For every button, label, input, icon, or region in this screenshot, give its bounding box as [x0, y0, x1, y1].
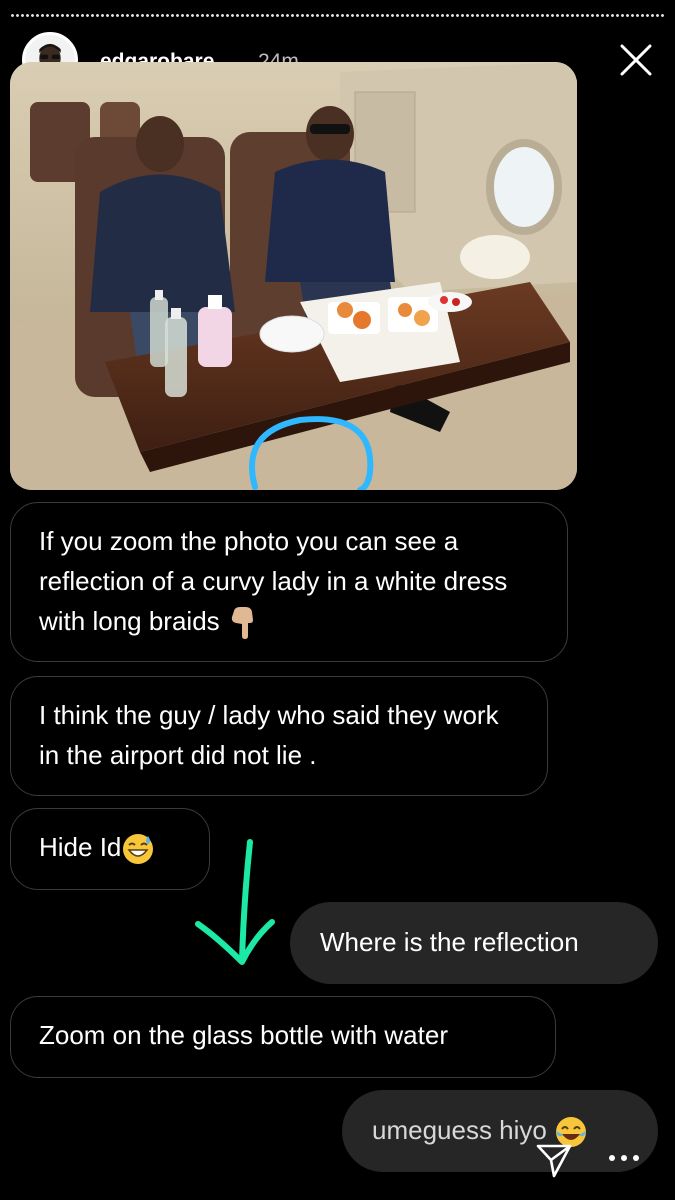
close-icon[interactable]	[616, 40, 656, 80]
story-photo	[10, 62, 577, 490]
send-icon[interactable]	[534, 1140, 574, 1180]
more-options-icon[interactable]	[604, 1146, 644, 1170]
message-text: Hide Id	[39, 832, 122, 862]
pointing-down-hand-icon	[227, 606, 261, 640]
message-bubble-sent[interactable]: Where is the reflection	[290, 902, 658, 984]
annotation-arrow-icon	[195, 839, 275, 965]
message-text: I think the guy / lady who said they wor…	[39, 700, 499, 770]
message-text: umeguess hiyo	[372, 1115, 547, 1145]
message-bubble-received[interactable]: Hide Id	[10, 808, 210, 890]
message-bubble-received[interactable]: Zoom on the glass bottle with water	[10, 996, 556, 1078]
message-bubble-received[interactable]: I think the guy / lady who said they wor…	[10, 676, 548, 796]
message-text: Zoom on the glass bottle with water	[39, 1020, 448, 1050]
message-text: If you zoom the photo you can see a refl…	[39, 526, 508, 636]
story-progress-bar	[10, 14, 665, 17]
message-text: Where is the reflection	[320, 927, 579, 957]
message-bubble-received[interactable]: If you zoom the photo you can see a refl…	[10, 502, 568, 662]
grinning-sweat-face-icon	[121, 832, 155, 866]
